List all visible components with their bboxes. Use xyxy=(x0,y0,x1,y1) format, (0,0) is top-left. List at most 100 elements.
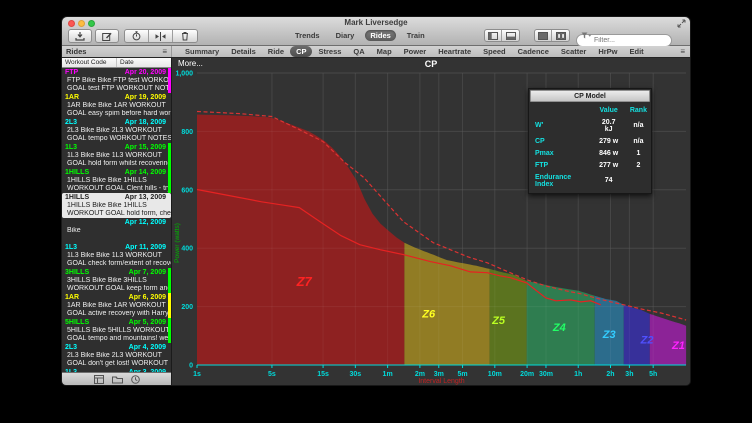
tabbed-view-button[interactable] xyxy=(535,30,552,41)
ride-row[interactable]: 5HILLSApr 5, 20095HILLS Bike 5HILLS WORK… xyxy=(62,318,171,343)
fullscreen-icon[interactable] xyxy=(677,19,686,28)
ride-code: 2L3 xyxy=(65,344,77,352)
tab-cp[interactable]: CP xyxy=(290,46,312,57)
tiled-panes-icon xyxy=(556,32,566,40)
ride-date: Apr 18, 2009 xyxy=(125,119,166,127)
view-train[interactable]: Train xyxy=(402,30,430,41)
ride-row[interactable]: 2L3Apr 18, 20092L3 Bike Bike 2L3 WORKOUT… xyxy=(62,118,171,143)
ride-date: Apr 13, 2009 xyxy=(125,194,166,202)
ride-description: Bike xyxy=(62,227,171,235)
rides-sidebar: Workout Code Date FTPApr 20, 2009FTP Bik… xyxy=(62,58,172,385)
toggle-lowbar-button[interactable] xyxy=(502,30,519,41)
cp-model-rank: n/a xyxy=(624,135,651,147)
tab-edit[interactable]: Edit xyxy=(624,46,650,57)
ride-description: 1L3 Bike Bike 1L3 WORKOUT xyxy=(62,152,171,160)
tab-speed[interactable]: Speed xyxy=(477,46,512,57)
cp-model-rank xyxy=(624,171,651,190)
tab-details[interactable]: Details xyxy=(225,46,262,57)
view-trends[interactable]: Trends xyxy=(290,30,325,41)
tab-cadence[interactable]: Cadence xyxy=(512,46,555,57)
column-workout-code[interactable]: Workout Code xyxy=(62,58,117,67)
cp-model-table: ValueRankW'20.7 kJn/aCP279 wn/aPmax846 w… xyxy=(529,104,651,190)
ride-row[interactable]: 1HILLSApr 13, 20091HILLS Bike Bike 1HILL… xyxy=(62,193,171,218)
tiled-view-button[interactable] xyxy=(552,30,569,41)
delete-ride-button[interactable] xyxy=(173,30,197,42)
window-title: Mark Liversedge xyxy=(62,18,690,27)
cp-model-title: CP Model xyxy=(530,90,650,102)
split-ride-button[interactable] xyxy=(149,30,173,42)
trash-icon xyxy=(181,31,189,41)
cp-model-col-header: Value xyxy=(591,104,623,116)
ride-row[interactable]: 1L3Apr 11, 20091L3 Bike Bike 1L3 WORKOUT… xyxy=(62,243,171,268)
x-tick-label: 30s xyxy=(350,371,362,378)
ride-row[interactable]: 1HILLSApr 14, 20091HILLS Bike Bike 1HILL… xyxy=(62,168,171,193)
ride-date: Apr 12, 2009 xyxy=(125,219,166,227)
ride-description: WORKOUT GOAL hold form, check xyxy=(62,210,171,218)
x-tick-label: 1h xyxy=(574,371,582,378)
cp-model-value: 20.7 kJ xyxy=(591,116,623,135)
manual-entry-button[interactable] xyxy=(95,29,119,43)
x-tick-label: 5m xyxy=(457,371,467,378)
ride-description: GOAL tempo and mountains! weight xyxy=(62,335,171,343)
import-ride-button[interactable] xyxy=(68,29,92,43)
view-switcher: Trends Diary Rides Train xyxy=(290,30,430,41)
x-tick-label: 2m xyxy=(415,371,425,378)
grid-view-icon[interactable] xyxy=(94,375,104,384)
sliders-icon xyxy=(155,32,166,41)
ride-code: 1AR xyxy=(65,294,79,302)
tab-stress[interactable]: Stress xyxy=(312,46,347,57)
clock-icon[interactable] xyxy=(131,375,140,384)
zone-label-z6: Z6 xyxy=(421,308,436,320)
ride-row[interactable]: 3HILLS Apr 7, 20093HILLS Bike Bike 3HILLS… xyxy=(62,268,171,293)
x-tick-label: 15s xyxy=(317,371,329,378)
toolbar-group xyxy=(124,29,198,43)
tab-ride[interactable]: Ride xyxy=(262,46,290,57)
y-tick-label: 200 xyxy=(181,304,193,311)
sidebar-menu-icon[interactable]: ≡ xyxy=(162,47,167,57)
ride-row[interactable]: 1ARApr 19, 20091AR Bike Bike 1AR WORKOUT… xyxy=(62,93,171,118)
ride-code: 1L3 xyxy=(65,244,77,252)
ride-date: Apr 7, 2009 xyxy=(129,269,166,277)
tab-heartrate[interactable]: Heartrate xyxy=(432,46,477,57)
view-rides[interactable]: Rides xyxy=(365,30,395,41)
tab-qa[interactable]: QA xyxy=(347,46,370,57)
toggle-sidebar-button[interactable] xyxy=(485,30,502,41)
view-diary[interactable]: Diary xyxy=(331,30,360,41)
zone-label-z7: Z7 xyxy=(296,274,313,289)
tab-summary[interactable]: Summary xyxy=(179,46,225,57)
ride-description: GOAL don't get lost! WORKOUT xyxy=(62,360,171,368)
ride-row[interactable]: FTPApr 20, 2009FTP Bike Bike FTP test WO… xyxy=(62,68,171,93)
ride-description: 3HILLS Bike Bike 3HILLS xyxy=(62,277,171,285)
ride-date: Apr 6, 2009 xyxy=(129,294,166,302)
ride-row[interactable]: Apr 12, 2009Bike xyxy=(62,218,171,243)
tab-power[interactable]: Power xyxy=(398,46,433,57)
y-tick-label: 400 xyxy=(181,246,193,253)
x-tick-label: 3m xyxy=(434,371,444,378)
x-tick-label: 5h xyxy=(649,371,657,378)
tabs-menu-icon[interactable]: ≡ xyxy=(680,47,685,56)
cp-model-rank: n/a xyxy=(624,116,651,135)
ride-code: 3HILLS xyxy=(65,269,89,277)
ride-row[interactable]: 1L3Apr 15, 20091L3 Bike Bike 1L3 WORKOUT… xyxy=(62,143,171,168)
ride-description: 1AR Bike Bike 1AR WORKOUT xyxy=(62,102,171,110)
ride-description: GOAL active recovery with Harry xyxy=(62,310,171,318)
ride-date: Apr 19, 2009 xyxy=(125,94,166,102)
filter-funnel-icon xyxy=(581,32,592,39)
tab-map[interactable]: Map xyxy=(371,46,398,57)
ride-date: Apr 15, 2009 xyxy=(125,144,166,152)
ride-row[interactable]: 1ARApr 6, 20091AR Bike Bike 1AR WORKOUTG… xyxy=(62,293,171,318)
x-tick-label: 1s xyxy=(193,371,201,378)
stopwatch-button[interactable] xyxy=(125,30,149,42)
folder-icon[interactable] xyxy=(112,375,123,384)
download-icon xyxy=(75,32,85,41)
cp-model-rank: 1 xyxy=(624,147,651,159)
desktop-background: { "titlebar": { "title": "Mark Liversedg… xyxy=(0,0,752,423)
ride-row[interactable]: 2L3Apr 4, 20092L3 Bike Bike 2L3 WORKOUTG… xyxy=(62,343,171,368)
y-axis-title: Power (watts) xyxy=(174,223,181,263)
column-date[interactable]: Date xyxy=(117,59,134,66)
x-tick-label: 1m xyxy=(383,371,393,378)
tab-hrpw[interactable]: HrPw xyxy=(592,46,623,57)
tab-scatter[interactable]: Scatter xyxy=(555,46,592,57)
y-tick-label: 600 xyxy=(181,187,193,194)
zone-band-z6 xyxy=(404,243,489,365)
